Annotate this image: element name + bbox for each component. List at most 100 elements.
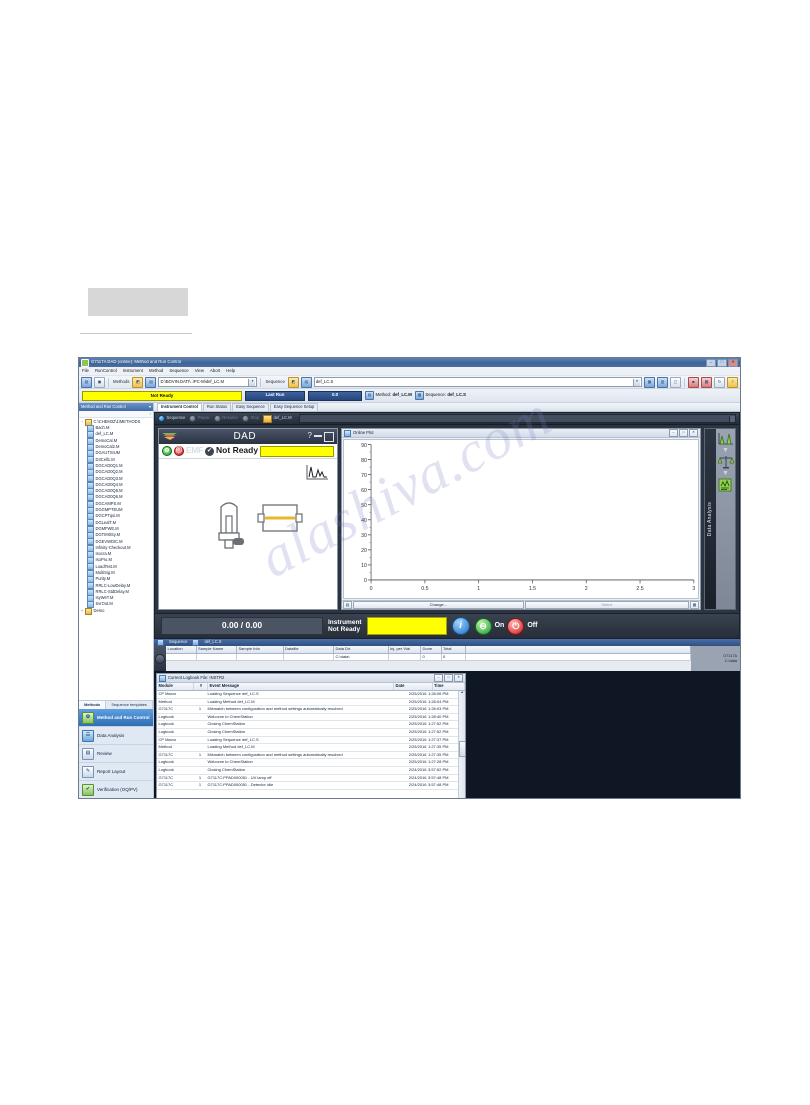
logbook-row[interactable]: G7117C 1 Mismatch between configuration an…	[157, 706, 458, 714]
logbook-row[interactable]: Logbook Welcome to ChemStation 2/25/2016 1:…	[157, 714, 458, 722]
info-icon[interactable]: i	[451, 617, 470, 635]
logbook-scroll-thumb[interactable]	[458, 740, 465, 757]
left-pane-collapse-bar[interactable]: ‹	[79, 411, 153, 418]
chevron-down-icon-2[interactable]: ▾	[633, 378, 640, 386]
main-tab-0[interactable]: Instrument Control	[157, 403, 202, 411]
sequence-cell-sample_info[interactable]	[237, 654, 284, 661]
collapse-icon[interactable]: ‹	[150, 411, 151, 416]
stop-button[interactable]: Stop	[241, 415, 259, 422]
menu-item-abort[interactable]: Abort	[210, 368, 220, 374]
logbook-row[interactable]: Logbook Closing ChemStation 2/25/2016 1:27:…	[157, 721, 458, 729]
menu-item-view[interactable]: View	[195, 368, 204, 374]
close-button[interactable]: ✕	[728, 358, 738, 367]
sequence-cell-datafile[interactable]	[283, 654, 334, 661]
logbook-minimize-button[interactable]: –	[434, 674, 443, 682]
sequence-cell-location[interactable]	[166, 654, 197, 661]
tab-methods[interactable]: Methods	[79, 701, 107, 709]
new-method-icon[interactable]: ▤	[81, 376, 92, 388]
method-combo[interactable]: D:\BOVIN.DATI\..\PC-M\def_LC.M ▾	[158, 377, 258, 387]
method-tree[interactable]: − C:\CHEM32\1\METHODS Bach.M def_LC.M DemoCa…	[79, 418, 153, 700]
main-tab-2[interactable]: Easy Sequence	[232, 403, 269, 411]
logbook-row[interactable]: G7117C 1 G7117C:PPAD000051 - UV lamp off 2/…	[157, 775, 458, 783]
logbook-row[interactable]: Logbook Closing ChemStation 2/25/2016 1:27:…	[157, 729, 458, 737]
tab-sequence-templates[interactable]: Sequence templates	[106, 701, 154, 709]
plot-minimize-button[interactable]: –	[669, 429, 678, 437]
standby-led-icon[interactable]: ⊖	[162, 446, 172, 456]
menu-item-instrument[interactable]: Instrument	[123, 368, 143, 374]
calibration-balance-icon[interactable]	[716, 455, 735, 469]
print-icon[interactable]: ▥	[657, 376, 668, 388]
save-method-icon[interactable]: ▤	[145, 376, 157, 388]
logbook-maximize-button[interactable]: □	[444, 674, 453, 682]
pause-button[interactable]: Pause	[189, 415, 210, 422]
stop-run-icon[interactable]: ■	[688, 376, 699, 388]
minimize-button[interactable]: –	[706, 358, 716, 367]
plot-zoom-icon[interactable]: ▦	[690, 600, 700, 610]
report-icon[interactable]	[718, 478, 734, 492]
nav-item-1[interactable]: ☰ Data Analysis	[79, 727, 153, 745]
chevron-down-icon[interactable]: ▾	[248, 378, 256, 386]
sequence-cell-inj_per_vial[interactable]	[388, 654, 421, 661]
save-sequence-icon[interactable]: ▤	[300, 376, 312, 388]
refresh-icon[interactable]: ↻	[714, 376, 725, 388]
nav-item-0[interactable]: ⚙ Method and Run Control	[79, 709, 153, 727]
data-analysis-tab[interactable]: Data Analysis	[705, 429, 716, 609]
load-sequence-icon[interactable]: ◩	[287, 376, 299, 388]
tree-item-folder[interactable]: + Demo	[80, 607, 153, 615]
menu-item-file[interactable]: File	[82, 368, 89, 374]
logbook-col-1[interactable]: #	[194, 683, 208, 690]
online-plot-canvas[interactable]: 90 80 70 60 50 40 30 20 10 0 0 0.5 1 1.5 2 2.5 3	[343, 439, 699, 599]
sequence-cell-sample_name[interactable]	[196, 654, 237, 661]
logbook-col-4[interactable]: Time	[433, 683, 465, 690]
menu-item-runcontrol[interactable]: RunControl	[95, 368, 117, 374]
instrument-toolbar-field[interactable]	[298, 414, 736, 423]
logbook-col-3[interactable]: Date	[394, 683, 433, 690]
nav-item-2[interactable]: ▤ Review	[79, 745, 153, 763]
logbook-col-0[interactable]: Module	[157, 683, 194, 690]
dad-maximize-icon[interactable]	[324, 431, 334, 442]
help-icon[interactable]: ?	[727, 376, 738, 388]
logbook-scrollbar[interactable]: ▲ ▼	[458, 690, 465, 798]
logbook-rows[interactable]: CP Macro Loading Sequence def_LC.S 2/25/20…	[157, 691, 458, 798]
maximize-button[interactable]: □	[717, 358, 727, 367]
instrument-on-icon[interactable]: ⊖	[474, 617, 492, 635]
save-icon[interactable]: ▣	[94, 376, 105, 388]
sequence-cell-total[interactable]: 0	[441, 654, 466, 661]
main-tab-1[interactable]: Run Status	[202, 403, 232, 411]
plot-settings-icon[interactable]: ▤	[343, 600, 352, 610]
sequence-row[interactable]: C:\data\ 0 0	[166, 654, 691, 661]
menu-item-help[interactable]: Help	[226, 368, 235, 374]
load-method-icon[interactable]: ◩	[132, 376, 144, 388]
resume-button[interactable]: Resume	[213, 415, 238, 422]
logbook-row[interactable]: Method Loading Method def_LC.M 2/25/2016 1:…	[157, 699, 458, 707]
logbook-row[interactable]: CP Macro Loading Sequence def_LC.S 2/25/20…	[157, 691, 458, 699]
main-tab-3[interactable]: Easy Sequence Setup	[269, 403, 319, 411]
sequence-cell-done[interactable]: 0	[421, 654, 442, 661]
logbook-row[interactable]: CP Macro Loading Sequence def_LC.S 2/25/20…	[157, 737, 458, 745]
pin-icon[interactable]: ▾	[149, 404, 151, 409]
abort-icon[interactable]: ▩	[701, 376, 712, 388]
spinner-icon[interactable]	[729, 415, 735, 422]
menu-item-sequence[interactable]: Sequence	[169, 368, 188, 374]
run-sequence-button[interactable]: Sequence	[158, 415, 185, 422]
plot-change-button[interactable]: Change...	[353, 600, 524, 610]
nav-item-4[interactable]: ✔ Verification (OQ/PV)	[79, 781, 153, 798]
dad-minimize-icon[interactable]	[314, 434, 322, 437]
sequence-side-button[interactable]	[154, 646, 166, 671]
menu-item-method[interactable]: Method	[149, 368, 163, 374]
logbook-close-button[interactable]: ✕	[454, 674, 463, 682]
print-preview-icon[interactable]: ▦	[644, 376, 655, 388]
logbook-scroll-up-icon[interactable]: ▲	[460, 690, 463, 695]
logbook-col-2[interactable]: Event Message	[208, 683, 394, 690]
dad-help-icon[interactable]: ?	[308, 431, 312, 441]
chromatogram-icon[interactable]	[718, 432, 734, 446]
instrument-off-icon[interactable]: ⏻	[507, 617, 525, 635]
sequence-combo[interactable]: def_LC.S ▾	[313, 377, 642, 387]
plot-close-button[interactable]: ✕	[689, 429, 698, 437]
logbook-row[interactable]: Method Loading Method def_LC.M 2/25/2016 1:…	[157, 744, 458, 752]
page-setup-icon[interactable]: ▢	[670, 376, 681, 388]
sequence-file-label[interactable]: def_LC.S	[204, 640, 221, 645]
plot-maximize-button[interactable]: □	[679, 429, 688, 437]
sequence-cell-data_dir[interactable]: C:\data\	[334, 654, 389, 661]
plot-select-button[interactable]: Select	[524, 600, 690, 610]
